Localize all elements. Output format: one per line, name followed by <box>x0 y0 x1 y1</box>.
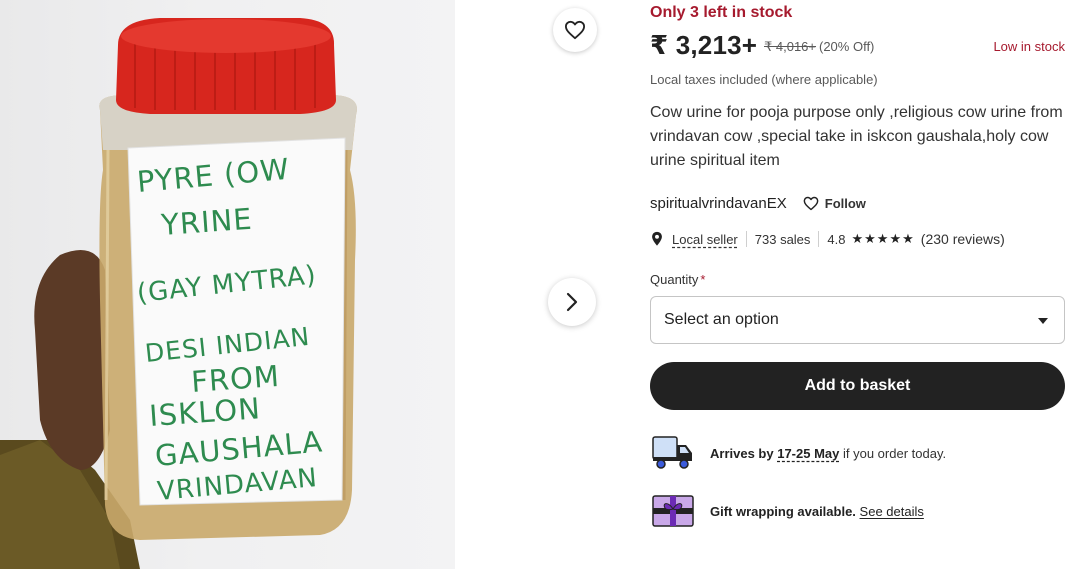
gift-box-icon <box>652 495 694 527</box>
rating-value: 4.8 <box>827 231 846 247</box>
discount-label: (20% Off) <box>819 39 875 54</box>
required-marker: * <box>700 272 706 287</box>
follow-button[interactable]: Follow <box>803 196 866 211</box>
star-rating-icon: ★★★★★ <box>851 231 915 247</box>
caret-down-icon <box>1038 318 1048 324</box>
delivery-dates[interactable]: 17-25 May <box>777 446 839 461</box>
product-photo: PYRE (OW YRINE (GAY MYTRA) DESI INDIAN F… <box>0 0 455 569</box>
gift-text: Gift wrapping available. See details <box>710 504 924 519</box>
delivery-prefix: Arrives by <box>710 445 774 461</box>
divider <box>745 231 747 247</box>
delivery-truck-icon <box>652 436 692 469</box>
review-count: (230 reviews) <box>920 231 1005 247</box>
low-stock-label: Low in stock <box>993 39 1065 54</box>
seller-row: spiritualvrindavanEX Follow <box>650 193 866 213</box>
quantity-label: Quantity * <box>650 272 705 287</box>
quantity-select-value: Select an option <box>664 311 779 328</box>
delivery-estimate: Arrives by 17-25 May if you order today. <box>652 435 946 471</box>
heart-outline-icon <box>803 196 819 210</box>
see-details-link[interactable]: See details <box>860 504 924 519</box>
map-pin-icon <box>652 231 662 246</box>
sales-count: 733 sales <box>754 231 811 247</box>
local-seller-link[interactable]: Local seller <box>672 232 738 247</box>
taxes-note: Local taxes included (where applicable) <box>650 72 878 87</box>
heart-outline-icon <box>565 20 585 40</box>
carousel-next-button[interactable] <box>548 278 596 326</box>
gift-wrapping: Gift wrapping available. See details <box>652 495 924 527</box>
delivery-text: Arrives by 17-25 May if you order today. <box>710 446 946 461</box>
add-to-basket-button[interactable]: Add to basket <box>650 362 1065 410</box>
stock-alert: Only 3 left in stock <box>650 4 793 21</box>
product-photo-illustration: PYRE (OW YRINE (GAY MYTRA) DESI INDIAN F… <box>0 18 357 569</box>
rating-summary[interactable]: 4.8 ★★★★★ (230 reviews) <box>827 231 1004 247</box>
product-description: Cow urine for pooja purpose only ,religi… <box>650 104 1063 169</box>
gift-label: Gift wrapping available. <box>710 503 856 519</box>
delivery-suffix: if you order today. <box>843 445 947 461</box>
seller-meta-row: Local seller 733 sales 4.8 ★★★★★ (230 re… <box>650 229 1005 249</box>
price-row: ₹ 3,213+ ₹ 4,016+ (20% Off) Low in stock <box>650 30 1065 62</box>
quantity-select[interactable]: Select an option <box>650 296 1065 344</box>
follow-label: Follow <box>824 195 866 211</box>
jar-label-line: YRINE <box>159 202 254 242</box>
original-price: ₹ 4,016+ <box>764 39 817 54</box>
divider <box>818 231 820 247</box>
seller-name[interactable]: spiritualvrindavanEX <box>650 195 787 212</box>
current-price: ₹ 3,213+ <box>650 30 758 60</box>
quantity-label-text: Quantity <box>650 272 699 287</box>
favorite-button[interactable] <box>553 8 597 52</box>
chevron-right-icon <box>566 292 578 312</box>
